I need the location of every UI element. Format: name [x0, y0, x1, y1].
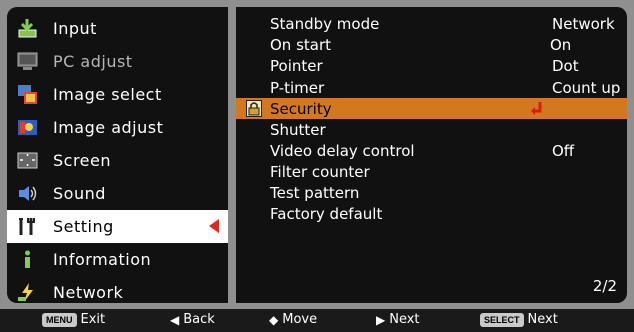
- setting-icon: [19, 218, 35, 235]
- menu-item-label: Information: [53, 250, 152, 269]
- row-value: On: [550, 36, 572, 54]
- footer-select-label: Next: [527, 312, 558, 327]
- setting-row-security[interactable]: Security: [236, 98, 627, 119]
- footer-exit: MENU Exit: [42, 312, 105, 327]
- selected-arrow-icon: [209, 219, 219, 233]
- row-label: Video delay control: [270, 142, 415, 160]
- row-value: Network: [552, 15, 615, 33]
- footer-move: ◆ Move: [269, 312, 317, 327]
- footer-back: ◀ Back: [170, 312, 215, 327]
- information-icon: [25, 250, 30, 268]
- enter-icon: [531, 102, 542, 115]
- menu-item-label: Network: [53, 283, 124, 302]
- row-label: P-timer: [270, 79, 325, 97]
- menu-item-label: Image select: [53, 85, 162, 104]
- menu-item-network[interactable]: Network: [7, 276, 228, 303]
- menu-key-icon: MENU: [42, 312, 77, 327]
- menu-item-information[interactable]: Information: [7, 243, 228, 276]
- setting-row-test-pattern[interactable]: Test pattern: [236, 182, 627, 203]
- row-value: Dot: [552, 57, 579, 75]
- menu-item-input[interactable]: Input: [7, 12, 228, 45]
- left-arrow-icon: ◀: [170, 312, 180, 327]
- row-label: Filter counter: [270, 163, 370, 181]
- row-value: Count up: [552, 79, 621, 97]
- footer-move-label: Move: [282, 312, 318, 327]
- footer-next-label: Next: [389, 312, 420, 327]
- sound-icon: [19, 186, 37, 201]
- menu-item-label: Screen: [53, 151, 112, 170]
- setting-row-p-timer[interactable]: P-timer Count up: [236, 77, 627, 98]
- menu-item-label: PC adjust: [53, 52, 133, 71]
- right-arrow-icon: ▶: [376, 312, 386, 327]
- menu-item-sound[interactable]: Sound: [7, 177, 228, 210]
- move-arrows-icon: ◆: [269, 312, 279, 327]
- footer-key-guide: MENU Exit ◀ Back ◆ Move ▶ Next SELECT Ne…: [0, 309, 634, 332]
- row-label: Test pattern: [270, 184, 360, 202]
- menu-item-image-select[interactable]: Image select: [7, 78, 228, 111]
- row-label: Factory default: [270, 205, 383, 223]
- footer-back-label: Back: [183, 312, 215, 327]
- select-key-icon: SELECT: [480, 312, 524, 327]
- menu-item-label: Setting: [53, 217, 114, 236]
- row-label: Shutter: [270, 121, 326, 139]
- footer-exit-label: Exit: [80, 312, 106, 327]
- menu-item-label: Image adjust: [53, 118, 164, 137]
- main-menu-panel: Input PC adjust Image select Image adjus…: [7, 7, 228, 303]
- row-label: On start: [270, 36, 332, 54]
- setting-row-pointer[interactable]: Pointer Dot: [236, 55, 627, 76]
- image-select-icon: [18, 85, 37, 104]
- footer-select: SELECT Next: [480, 312, 558, 327]
- setting-row-on-start[interactable]: On start On: [236, 34, 627, 55]
- menu-item-label: Sound: [53, 184, 106, 203]
- pc-adjust-icon: [17, 52, 38, 70]
- row-value: Off: [552, 142, 575, 160]
- menu-item-image-adjust[interactable]: Image adjust: [7, 111, 228, 144]
- input-icon: [18, 19, 37, 38]
- menu-item-pc-adjust[interactable]: PC adjust: [7, 45, 228, 78]
- row-label: Standby mode: [270, 15, 380, 33]
- row-label: Pointer: [270, 57, 323, 75]
- page-indicator: 2/2: [592, 277, 617, 295]
- menu-item-setting[interactable]: Setting: [7, 210, 228, 243]
- setting-row-filter-counter[interactable]: Filter counter: [236, 161, 627, 182]
- row-label: Security: [270, 100, 332, 118]
- setting-row-shutter[interactable]: Shutter: [236, 119, 627, 140]
- setting-row-factory-default[interactable]: Factory default: [236, 203, 627, 224]
- screen-icon: [17, 152, 38, 169]
- image-adjust-icon: [18, 120, 37, 135]
- lock-icon: [246, 100, 262, 117]
- network-icon: [18, 283, 33, 302]
- setting-row-standby-mode[interactable]: Standby mode Network: [236, 13, 627, 34]
- menu-item-screen[interactable]: Screen: [7, 144, 228, 177]
- setting-submenu-panel: Standby mode Network On start On Pointer…: [236, 7, 627, 303]
- setting-row-video-delay-control[interactable]: Video delay control Off: [236, 140, 627, 161]
- menu-item-label: Input: [53, 19, 97, 38]
- footer-next: ▶ Next: [376, 312, 420, 327]
